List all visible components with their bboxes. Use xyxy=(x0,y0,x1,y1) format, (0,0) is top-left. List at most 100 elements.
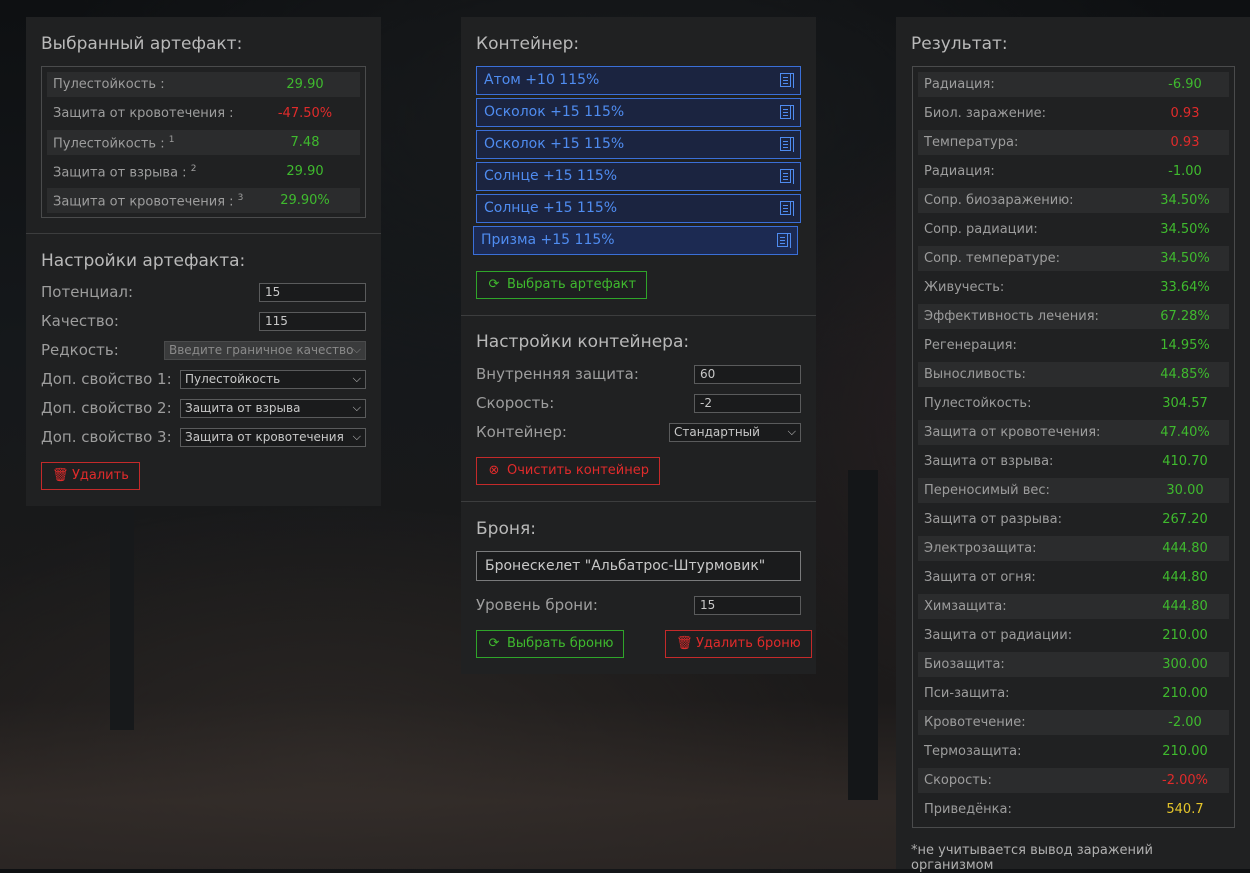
quality-input[interactable]: 115 xyxy=(259,312,366,331)
stat-value: 0.93 xyxy=(1170,135,1200,150)
stat-label: Регенерация: xyxy=(924,338,1017,353)
refresh-icon: ⟳ xyxy=(488,636,500,651)
armor-title: Броня: xyxy=(476,519,536,539)
result-stat-row: Сопр. биозаражению: 34.50% xyxy=(918,188,1229,213)
extra-property-1-select[interactable]: Пулестойкость ⌵ xyxy=(180,370,366,389)
document-icon[interactable] xyxy=(780,169,794,184)
stat-label: Температура: xyxy=(924,135,1019,150)
stat-value: 444.80 xyxy=(1162,541,1208,556)
result-stat-row: Выносливость: 44.85% xyxy=(918,362,1229,387)
artifact-stat-row: Защита от кровотечения : 3 29.90% xyxy=(47,188,360,213)
result-stat-row: Радиация: -1.00 xyxy=(918,159,1229,184)
container-title: Контейнер: xyxy=(476,34,580,54)
select-armor-button[interactable]: ⟳ Выбрать броню xyxy=(476,630,625,658)
selected-artifact-title: Выбранный артефакт: xyxy=(41,34,243,54)
stat-label: Сопр. температуре: xyxy=(924,251,1061,266)
stat-value: 210.00 xyxy=(1162,744,1208,759)
delete-artifact-button[interactable]: 🗑 Удалить xyxy=(41,462,140,490)
background-tree xyxy=(110,510,134,730)
container-artifact-item[interactable]: Солнце +15 115% xyxy=(476,194,801,223)
background-tree xyxy=(848,470,878,800)
stat-label: Термозащита: xyxy=(924,744,1022,759)
armor-name-field[interactable]: Бронескелет "Альбатрос-Штурмовик" xyxy=(476,551,801,581)
stat-label: Радиация: xyxy=(924,77,995,92)
container-type-label: Контейнер: xyxy=(476,423,567,441)
container-artifact-item[interactable]: Осколок +15 115% xyxy=(476,130,801,159)
container-type-select[interactable]: Стандартный ⌵ xyxy=(669,423,801,442)
clear-container-button[interactable]: ⊗ Очистить контейнер xyxy=(476,457,660,485)
result-stat-row: Регенерация: 14.95% xyxy=(918,333,1229,358)
container-artifact-item[interactable]: Атом +10 115% xyxy=(476,66,801,95)
stat-value: 14.95% xyxy=(1160,338,1210,353)
speed-label: Скорость: xyxy=(476,394,555,412)
chevron-down-icon: ⌵ xyxy=(352,372,361,385)
section-divider xyxy=(461,501,816,502)
speed-input[interactable]: -2 xyxy=(694,394,801,413)
stat-label: Пси-защита: xyxy=(924,686,1010,701)
stat-value: 34.50% xyxy=(1160,251,1210,266)
stat-value: 34.50% xyxy=(1160,222,1210,237)
delete-armor-button[interactable]: 🗑 Удалить броню xyxy=(665,630,812,658)
rarity-select: Введите граничное качество ⌵ xyxy=(164,341,366,360)
stat-value: 304.57 xyxy=(1162,396,1208,411)
stat-value: -6.90 xyxy=(1168,77,1202,92)
document-icon[interactable] xyxy=(780,201,794,216)
result-stats: Радиация: -6.90 Биол. заражение: 0.93 Темпер… xyxy=(912,66,1235,828)
container-artifact-item[interactable]: Осколок +15 115% xyxy=(476,98,801,127)
chevron-down-icon: ⌵ xyxy=(352,430,361,443)
stat-value: -47.50% xyxy=(277,106,333,121)
potential-input[interactable]: 15 xyxy=(259,283,366,302)
stat-value: -2.00% xyxy=(1162,773,1208,788)
stat-label: Скорость: xyxy=(924,773,992,788)
document-icon[interactable] xyxy=(780,137,794,152)
chevron-down-icon: ⌵ xyxy=(352,343,361,356)
stat-value: 29.90% xyxy=(280,193,330,208)
result-stat-row: Приведёнка: 540.7 xyxy=(918,797,1229,822)
result-stat-row: Защита от разрыва: 267.20 xyxy=(918,507,1229,532)
extra-property-2-select[interactable]: Защита от взрыва ⌵ xyxy=(180,399,366,418)
stat-label: Эффективность лечения: xyxy=(924,309,1099,324)
extra-property-1-value: Пулестойкость xyxy=(185,372,281,386)
result-stat-row: Защита от радиации: 210.00 xyxy=(918,623,1229,648)
stat-label: Защита от радиации: xyxy=(924,628,1073,643)
result-stat-row: Биол. заражение: 0.93 xyxy=(918,101,1229,126)
result-stat-row: Защита от взрыва: 410.70 xyxy=(918,449,1229,474)
stat-value: 29.90 xyxy=(286,77,324,92)
artifact-stat-row: Защита от взрыва : 2 29.90 xyxy=(47,159,360,184)
select-artifact-button[interactable]: ⟳ Выбрать артефакт xyxy=(476,271,648,299)
stat-value: 267.20 xyxy=(1162,512,1208,527)
document-icon[interactable] xyxy=(780,73,794,88)
inner-protection-input[interactable]: 60 xyxy=(694,365,801,384)
cancel-circle-icon: ⊗ xyxy=(488,463,500,478)
result-stat-row: Пулестойкость: 304.57 xyxy=(918,391,1229,416)
artifact-stat-row: Защита от кровотечения : -47.50% xyxy=(47,101,360,126)
extra-property-3-select[interactable]: Защита от кровотечения ⌵ xyxy=(180,428,366,447)
document-icon[interactable] xyxy=(780,105,794,120)
stat-value: 30.00 xyxy=(1166,483,1204,498)
stat-value: 29.90 xyxy=(286,164,324,179)
container-artifact-item-selected[interactable]: Призма +15 115% xyxy=(473,226,798,255)
document-icon[interactable] xyxy=(777,233,791,248)
chevron-down-icon: ⌵ xyxy=(352,401,361,414)
stat-label: Сопр. биозаражению: xyxy=(924,193,1074,208)
stat-value: 210.00 xyxy=(1162,686,1208,701)
section-divider xyxy=(26,233,381,234)
stat-label: Пулестойкость : xyxy=(53,77,165,92)
stat-value: 44.85% xyxy=(1160,367,1210,382)
background-ground xyxy=(0,700,900,869)
extra-property-2-label: Доп. свойство 2: xyxy=(41,399,172,417)
artifact-stat-row: Пулестойкость : 29.90 xyxy=(47,72,360,97)
quality-label: Качество: xyxy=(41,312,119,330)
stat-label: Электрозащита: xyxy=(924,541,1037,556)
result-stat-row: Электрозащита: 444.80 xyxy=(918,536,1229,561)
stat-label: Защита от кровотечения : 3 xyxy=(53,193,244,210)
container-panel: Контейнер: Атом +10 115% Осколок +15 115… xyxy=(461,17,816,674)
result-stat-row: Кровотечение: -2.00 xyxy=(918,710,1229,735)
armor-level-input[interactable]: 15 xyxy=(694,596,801,615)
result-stat-row: Эффективность лечения: 67.28% xyxy=(918,304,1229,329)
potential-label: Потенциал: xyxy=(41,283,134,301)
stat-label: Биол. заражение: xyxy=(924,106,1047,121)
container-artifact-item[interactable]: Солнце +15 115% xyxy=(476,162,801,191)
extra-property-2-value: Защита от взрыва xyxy=(185,401,301,415)
result-stat-row: Сопр. температуре: 34.50% xyxy=(918,246,1229,271)
